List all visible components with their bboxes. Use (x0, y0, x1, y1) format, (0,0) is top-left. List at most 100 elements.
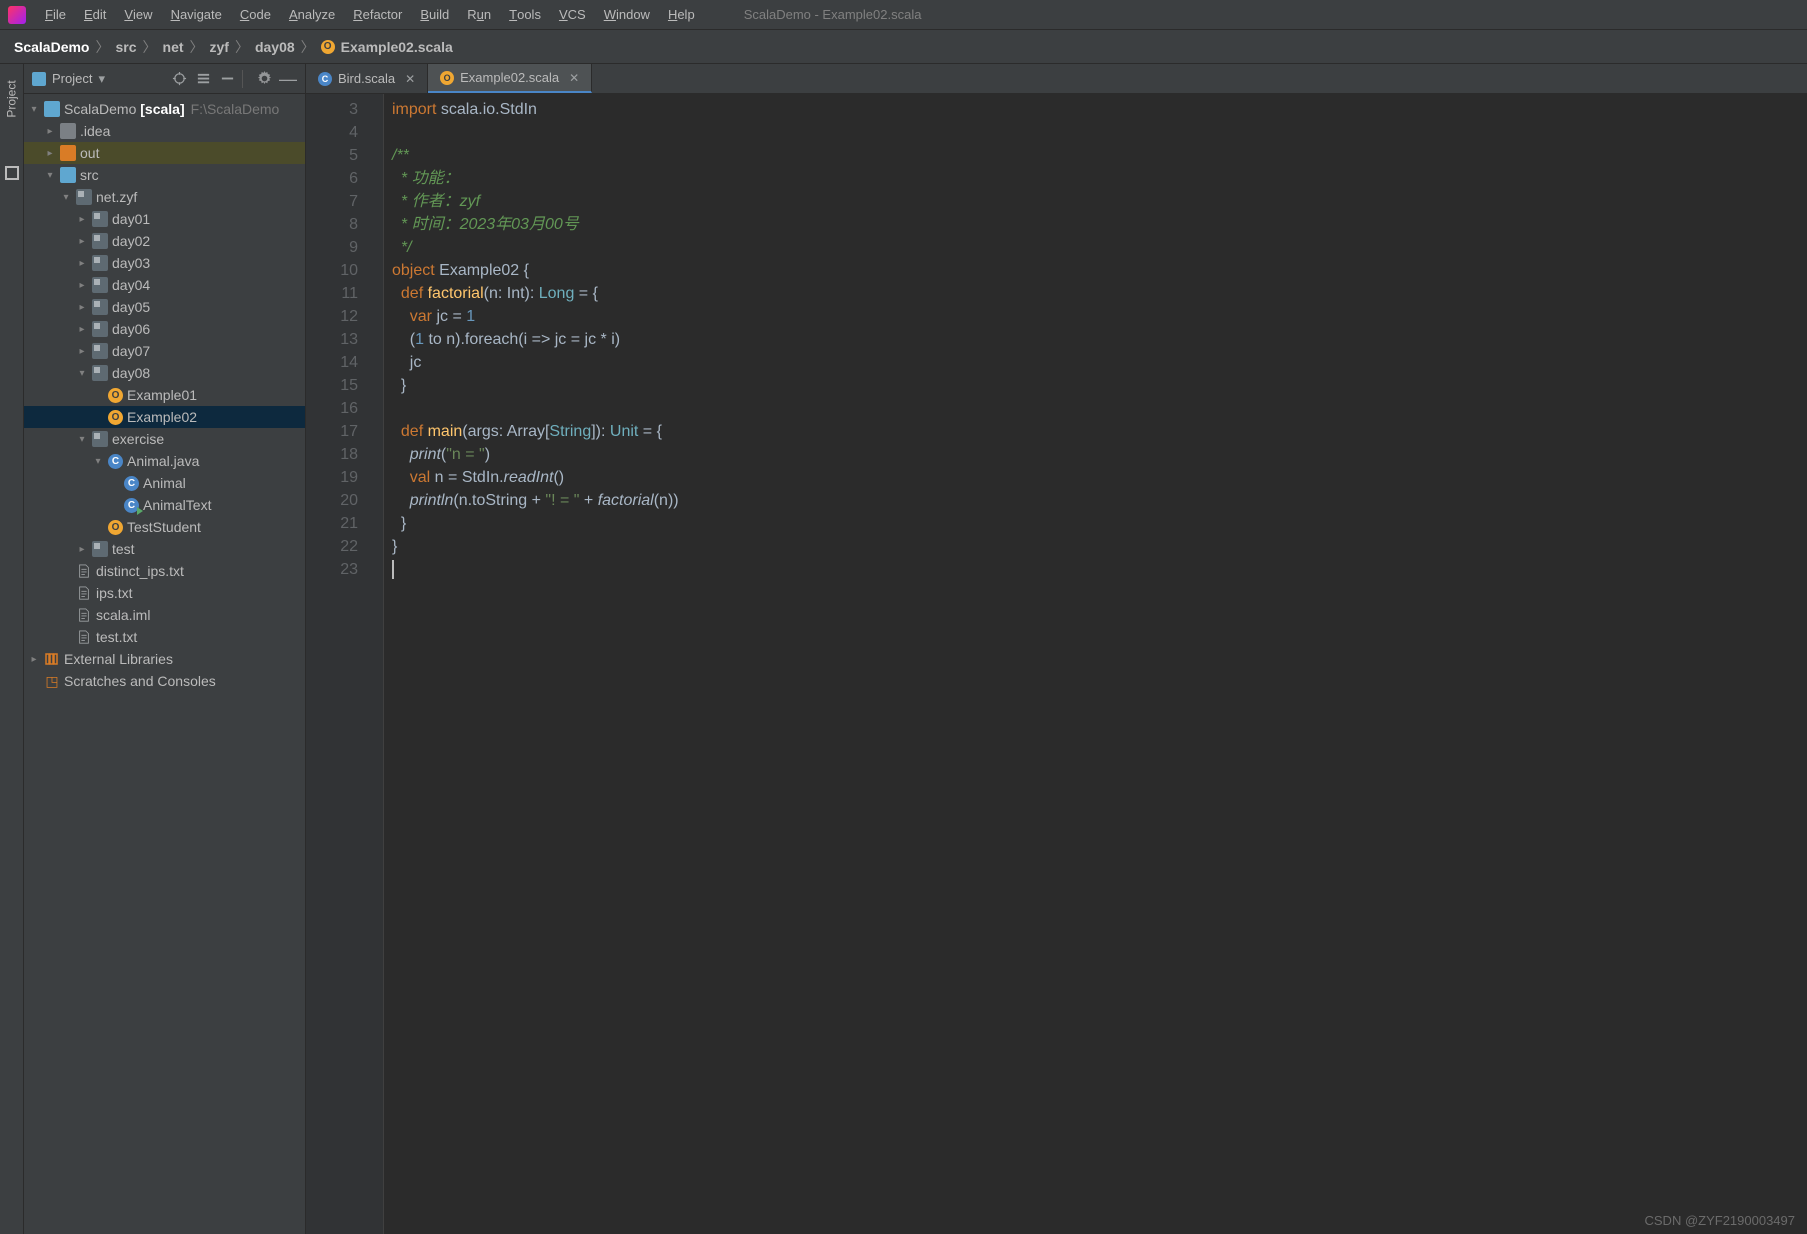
package-icon (92, 277, 108, 293)
tree-day04[interactable]: ▸day04 (24, 274, 305, 296)
locate-icon[interactable] (170, 70, 188, 88)
menu-file[interactable]: File (36, 0, 75, 30)
tree-scratches[interactable]: ◳Scratches and Consoles (24, 670, 305, 692)
folder-icon (60, 167, 76, 183)
object-icon: O (108, 410, 123, 425)
tree-animal[interactable]: CAnimal (24, 472, 305, 494)
tree-day08[interactable]: ▾day08 (24, 362, 305, 384)
tree-pkg[interactable]: ▾net.zyf (24, 186, 305, 208)
tree-file-test-txt[interactable]: test.txt (24, 626, 305, 648)
crumb-day08[interactable]: day08 (255, 39, 295, 55)
class-icon: C (124, 476, 139, 491)
tree-file-distinct_ips-txt[interactable]: distinct_ips.txt (24, 560, 305, 582)
collapse-all-icon[interactable] (218, 70, 236, 88)
menu-code[interactable]: Code (231, 0, 280, 30)
crumb-sep-icon: 〉 (143, 37, 157, 57)
divider (242, 70, 243, 88)
tree-day05[interactable]: ▸day05 (24, 296, 305, 318)
close-icon[interactable]: ✕ (405, 72, 415, 86)
tree-example02[interactable]: OExample02 (24, 406, 305, 428)
tree-exercise[interactable]: ▾exercise (24, 428, 305, 450)
package-icon (92, 321, 108, 337)
file-icon (76, 607, 92, 623)
line-gutter[interactable]: 34567891011121314151617181920212223 (306, 94, 366, 1234)
module-icon (44, 101, 60, 117)
menu-edit[interactable]: Edit (75, 0, 115, 30)
project-icon (32, 72, 46, 86)
menu-run[interactable]: Run (458, 0, 500, 30)
package-icon (92, 211, 108, 227)
menu-vcs[interactable]: VCS (550, 0, 595, 30)
menu-window[interactable]: Window (595, 0, 659, 30)
package-icon (92, 365, 108, 381)
tree-animaltext[interactable]: CAnimalText (24, 494, 305, 516)
file-icon (76, 629, 92, 645)
hide-icon[interactable]: — (279, 70, 297, 88)
package-icon (76, 189, 92, 205)
object-icon: O (440, 71, 454, 85)
watermark: CSDN @ZYF2190003497 (1645, 1213, 1796, 1228)
tree-idea[interactable]: ▸.idea (24, 120, 305, 142)
tree-src[interactable]: ▾src (24, 164, 305, 186)
crumb-zyf[interactable]: zyf (210, 39, 229, 55)
structure-tool-icon[interactable] (5, 166, 19, 180)
object-icon: O (321, 40, 335, 54)
scratches-icon: ◳ (44, 673, 60, 689)
code-zone[interactable]: 34567891011121314151617181920212223 impo… (306, 94, 1807, 1234)
project-tree[interactable]: ▾ScalaDemo [scala]F:\ScalaDemo▸.idea▸out… (24, 94, 305, 1234)
tab-example02-scala[interactable]: O Example02.scala ✕ (428, 64, 592, 93)
project-view-selector[interactable]: Project ▾ (32, 71, 164, 87)
close-icon[interactable]: ✕ (569, 71, 579, 85)
editor-area: C Bird.scala ✕ O Example02.scala ✕ 3456789101… (306, 64, 1807, 1234)
project-tool-tab[interactable]: Project (5, 80, 19, 117)
menu-build[interactable]: Build (411, 0, 458, 30)
folder-icon (60, 145, 76, 161)
crumb-src[interactable]: src (115, 39, 136, 55)
library-icon (44, 651, 60, 667)
tree-out[interactable]: ▸out (24, 142, 305, 164)
menu-analyze[interactable]: Analyze (280, 0, 344, 30)
tree-test[interactable]: ▸test (24, 538, 305, 560)
menu-tools[interactable]: Tools (500, 0, 550, 30)
menu-host: FileEditViewNavigateCodeAnalyzeRefactorB… (36, 0, 704, 30)
crumb-net[interactable]: net (163, 39, 184, 55)
tree-example01[interactable]: OExample01 (24, 384, 305, 406)
project-view-label: Project (52, 71, 92, 86)
tree-file-scala-iml[interactable]: scala.iml (24, 604, 305, 626)
tab-label: Bird.scala (338, 71, 395, 86)
tree-day03[interactable]: ▸day03 (24, 252, 305, 274)
tree-file-ips-txt[interactable]: ips.txt (24, 582, 305, 604)
tab-label: Example02.scala (460, 70, 559, 85)
package-icon (92, 431, 108, 447)
app-logo-icon (8, 6, 26, 24)
tree-teststudent[interactable]: OTestStudent (24, 516, 305, 538)
tree-external-libraries[interactable]: ▸External Libraries (24, 648, 305, 670)
code-content[interactable]: import scala.io.StdIn/** * 功能： * 作者：zyf … (384, 94, 1807, 1234)
expand-all-icon[interactable] (194, 70, 212, 88)
tree-day06[interactable]: ▸day06 (24, 318, 305, 340)
tree-day02[interactable]: ▸day02 (24, 230, 305, 252)
tree-day01[interactable]: ▸day01 (24, 208, 305, 230)
crumb-sep-icon: 〉 (95, 37, 109, 57)
project-panel: Project ▾ — ▾ScalaDemo [scala]F:\ScalaDe… (24, 64, 306, 1234)
tree-animal-java[interactable]: ▾CAnimal.java (24, 450, 305, 472)
tree-day07[interactable]: ▸day07 (24, 340, 305, 362)
fold-column[interactable] (366, 94, 384, 1234)
tree-root[interactable]: ▾ScalaDemo [scala]F:\ScalaDemo (24, 98, 305, 120)
main-row: Project Project ▾ — ▾ScalaDemo [scala]F:… (0, 64, 1807, 1234)
menu-bar: FileEditViewNavigateCodeAnalyzeRefactorB… (0, 0, 1807, 30)
object-icon: O (108, 520, 123, 535)
class-icon: C (318, 72, 332, 86)
menu-navigate[interactable]: Navigate (162, 0, 231, 30)
crumb-project[interactable]: ScalaDemo (14, 39, 89, 55)
gear-icon[interactable] (255, 70, 273, 88)
crumb-sep-icon: 〉 (301, 37, 315, 57)
menu-view[interactable]: View (115, 0, 161, 30)
menu-refactor[interactable]: Refactor (344, 0, 411, 30)
crumb-sep-icon: 〉 (235, 37, 249, 57)
package-icon (92, 233, 108, 249)
menu-help[interactable]: Help (659, 0, 704, 30)
package-icon (92, 343, 108, 359)
crumb-file[interactable]: Example02.scala (341, 39, 453, 55)
tab-bird-scala[interactable]: C Bird.scala ✕ (306, 64, 428, 93)
